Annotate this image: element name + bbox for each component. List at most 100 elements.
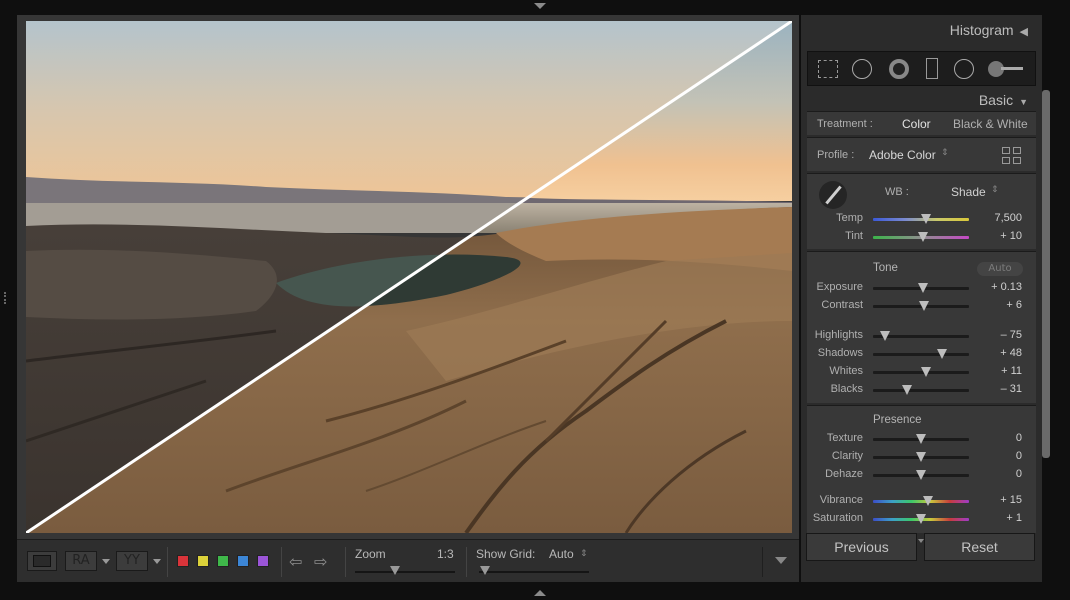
grid-slider-thumb[interactable] xyxy=(480,566,490,575)
basic-title: Basic xyxy=(978,92,1014,108)
color-label-swatch[interactable] xyxy=(177,555,189,567)
tint-slider-label: Tint xyxy=(845,230,863,242)
histogram-header[interactable]: Histogram ◀ xyxy=(950,22,1028,38)
wb-dropdown[interactable]: Shade xyxy=(951,185,986,199)
zoom-slider-thumb[interactable] xyxy=(390,566,400,575)
exposure-slider-value[interactable]: + 0.13 xyxy=(972,281,1022,293)
color-label-swatch[interactable] xyxy=(197,555,209,567)
highlights-slider-thumb[interactable] xyxy=(880,331,891,341)
contrast-slider-thumb[interactable] xyxy=(918,301,929,311)
updown-icon[interactable]: ⇕ xyxy=(941,148,949,158)
vibrance-slider-value[interactable]: + 15 xyxy=(972,494,1022,506)
radial-filter-icon[interactable] xyxy=(954,59,974,79)
profile-dropdown[interactable]: Adobe Color xyxy=(869,148,936,162)
whites-slider-thumb[interactable] xyxy=(920,367,931,377)
shadows-slider-thumb[interactable] xyxy=(937,349,948,359)
before-after-photo[interactable] xyxy=(26,21,792,533)
collapse-down-icon[interactable]: ▼ xyxy=(1019,97,1028,107)
viewer-toolbar: RA YY ⇦ ⇨ Zoom 1:3 Show Grid: Auto ⇕ xyxy=(17,539,799,582)
temp-slider-thumb[interactable] xyxy=(920,214,931,224)
profile-row: Profile : Adobe Color ⇕ xyxy=(807,137,1036,171)
reset-button[interactable]: Reset xyxy=(924,533,1035,561)
arrow-right-icon[interactable]: ⇨ xyxy=(314,552,327,571)
shadows-slider-value[interactable]: + 48 xyxy=(972,347,1022,359)
graduated-filter-icon[interactable] xyxy=(926,58,938,79)
blacks-slider-label: Blacks xyxy=(830,383,863,395)
loupe-view-button[interactable] xyxy=(27,551,57,571)
blacks-slider-track[interactable] xyxy=(873,389,969,392)
texture-slider-thumb[interactable] xyxy=(916,434,926,444)
tone-title: Tone xyxy=(873,262,898,274)
before-after-swap-button[interactable]: YY xyxy=(116,551,148,571)
vibrance-slider-track[interactable] xyxy=(873,500,969,503)
auto-tone-button[interactable]: Auto xyxy=(977,262,1023,276)
texture-slider-value[interactable]: 0 xyxy=(972,432,1022,444)
shadows-slider-track[interactable] xyxy=(873,353,969,356)
tint-slider-thumb[interactable] xyxy=(917,232,928,242)
tool-strip xyxy=(807,51,1036,86)
color-label-swatch[interactable] xyxy=(237,555,249,567)
bottom-panel-toggle-icon[interactable] xyxy=(534,590,546,596)
contrast-slider-label: Contrast xyxy=(821,299,863,311)
highlights-slider-label: Highlights xyxy=(814,329,863,341)
chevron-down-icon[interactable] xyxy=(102,559,110,564)
color-label-swatch[interactable] xyxy=(217,555,229,567)
blacks-slider-thumb[interactable] xyxy=(901,385,912,395)
zoom-label: Zoom xyxy=(355,547,386,561)
histogram-title: Histogram xyxy=(949,22,1014,38)
zoom-slider-track[interactable] xyxy=(355,571,455,573)
wb-label: WB : xyxy=(885,186,909,198)
before-after-left-right-button[interactable]: RA xyxy=(65,551,97,571)
saturation-slider-value[interactable]: + 1 xyxy=(972,512,1022,524)
saturation-slider-thumb[interactable] xyxy=(916,514,926,524)
presence-title: Presence xyxy=(873,414,922,426)
tone-section: Tone Auto xyxy=(807,251,1036,403)
zoom-value: 1:3 xyxy=(437,547,454,561)
temp-slider-label: Temp xyxy=(836,212,863,224)
profile-label: Profile : xyxy=(817,149,855,161)
crop-tool-icon[interactable] xyxy=(818,60,838,78)
blacks-slider-value[interactable]: – 31 xyxy=(972,383,1022,395)
dehaze-slider-value[interactable]: 0 xyxy=(972,468,1022,480)
exposure-slider-thumb[interactable] xyxy=(917,283,928,293)
vibrance-slider-label: Vibrance xyxy=(819,494,863,506)
top-panel-toggle-icon[interactable] xyxy=(534,3,546,9)
grid-slider-track[interactable] xyxy=(479,571,589,573)
arrow-left-icon[interactable]: ⇦ xyxy=(289,552,302,571)
red-eye-icon[interactable] xyxy=(889,59,909,79)
dehaze-slider-label: Dehaze xyxy=(825,468,863,480)
texture-slider-label: Texture xyxy=(826,432,863,444)
landscape-photo xyxy=(26,21,792,533)
dehaze-slider-thumb[interactable] xyxy=(916,470,926,480)
spot-removal-icon[interactable] xyxy=(852,59,872,79)
chevron-down-icon[interactable] xyxy=(153,559,161,564)
profile-browser-icon[interactable] xyxy=(1002,147,1022,164)
highlights-slider-value[interactable]: – 75 xyxy=(972,329,1022,341)
saturation-slider-label: Saturation xyxy=(812,512,863,524)
color-label-swatch[interactable] xyxy=(257,555,269,567)
eyedropper-icon[interactable] xyxy=(819,181,847,209)
left-panel-toggle-icon[interactable] xyxy=(4,292,9,304)
clarity-slider-value[interactable]: 0 xyxy=(972,450,1022,462)
previous-button[interactable]: Previous xyxy=(806,533,917,561)
clarity-slider-label: Clarity xyxy=(831,450,863,462)
temp-slider-value[interactable]: 7,500 xyxy=(972,212,1022,224)
collapse-left-icon[interactable]: ◀ xyxy=(1020,25,1028,38)
whites-slider-value[interactable]: + 11 xyxy=(972,365,1022,377)
toolbar-menu-icon[interactable] xyxy=(775,557,787,564)
treatment-bw-option[interactable]: Black & White xyxy=(953,117,1028,131)
clarity-slider-thumb[interactable] xyxy=(916,452,926,462)
treatment-label: Treatment : xyxy=(817,118,873,130)
updown-icon[interactable]: ⇕ xyxy=(580,549,588,559)
treatment-row: Treatment : Color Black & White xyxy=(807,111,1036,135)
show-grid-value[interactable]: Auto xyxy=(549,547,574,561)
panel-scrollbar[interactable] xyxy=(1042,90,1050,458)
vibrance-slider-thumb[interactable] xyxy=(922,496,933,506)
treatment-color-option[interactable]: Color xyxy=(902,117,931,131)
contrast-slider-value[interactable]: + 6 xyxy=(972,299,1022,311)
basic-header[interactable]: Basic ▼ xyxy=(979,92,1028,108)
develop-right-panel: Histogram ◀ Basic ▼ Treatment : Color Blac… xyxy=(801,15,1042,582)
updown-icon[interactable]: ⇕ xyxy=(991,185,999,195)
image-viewer: RA YY ⇦ ⇨ Zoom 1:3 Show Grid: Auto ⇕ xyxy=(17,15,799,582)
tint-slider-value[interactable]: + 10 xyxy=(972,230,1022,242)
